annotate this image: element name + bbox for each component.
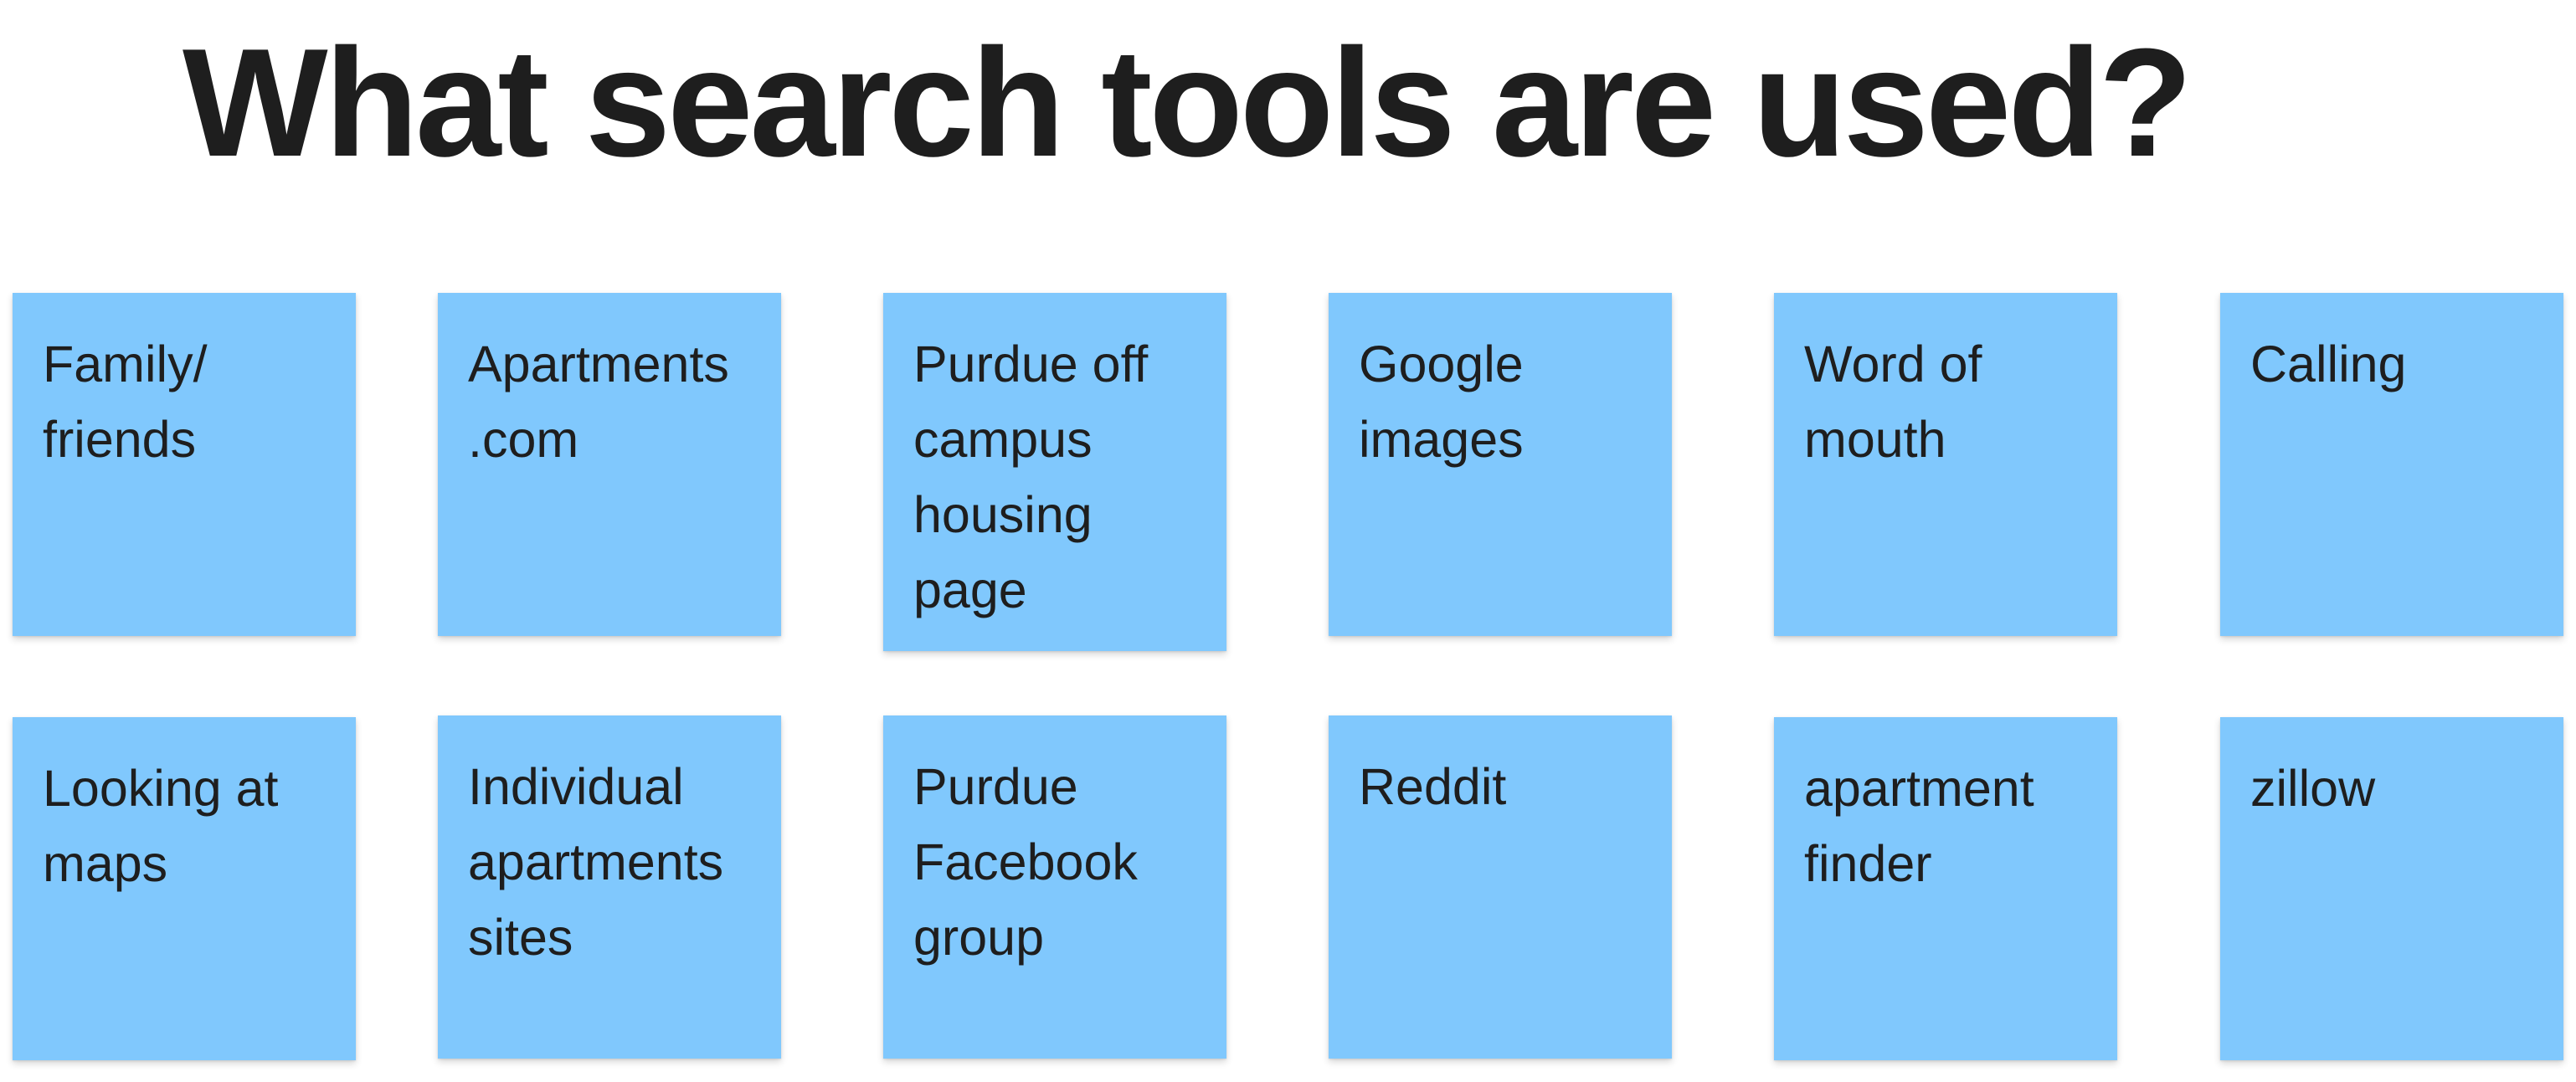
- sticky-note[interactable]: Google images: [1329, 293, 1672, 636]
- sticky-note[interactable]: Calling: [2220, 293, 2563, 636]
- sticky-note-text: Purdue Facebook group: [913, 758, 1138, 966]
- sticky-note[interactable]: Purdue off campus housing page: [883, 293, 1226, 651]
- sticky-note[interactable]: Purdue Facebook group: [883, 715, 1226, 1059]
- sticky-note[interactable]: Looking at maps: [13, 717, 356, 1060]
- sticky-note[interactable]: Apartments .com: [438, 293, 781, 636]
- sticky-note-text: Google images: [1359, 336, 1524, 468]
- sticky-note-text: Family/ friends: [43, 336, 208, 468]
- whiteboard-canvas[interactable]: What search tools are used? Family/ frie…: [0, 0, 2576, 1082]
- sticky-note-text: Looking at maps: [43, 760, 279, 892]
- sticky-note-text: Purdue off campus housing page: [913, 336, 1149, 618]
- sticky-note[interactable]: zillow: [2220, 717, 2563, 1060]
- sticky-note[interactable]: apartment finder: [1774, 717, 2117, 1060]
- board-title[interactable]: What search tools are used?: [183, 25, 2193, 179]
- sticky-note-text: Word of mouth: [1804, 336, 1982, 468]
- sticky-note-text: apartment finder: [1804, 760, 2034, 892]
- sticky-note[interactable]: Reddit: [1329, 715, 1672, 1059]
- sticky-note[interactable]: Individual apartments sites: [438, 715, 781, 1059]
- sticky-note-text: Reddit: [1359, 758, 1507, 815]
- sticky-note-text: Apartments .com: [468, 336, 729, 468]
- sticky-note-text: Calling: [2250, 336, 2407, 392]
- sticky-note[interactable]: Word of mouth: [1774, 293, 2117, 636]
- sticky-note-text: zillow: [2250, 760, 2376, 817]
- sticky-note-text: Individual apartments sites: [468, 758, 724, 966]
- sticky-note[interactable]: Family/ friends: [13, 293, 356, 636]
